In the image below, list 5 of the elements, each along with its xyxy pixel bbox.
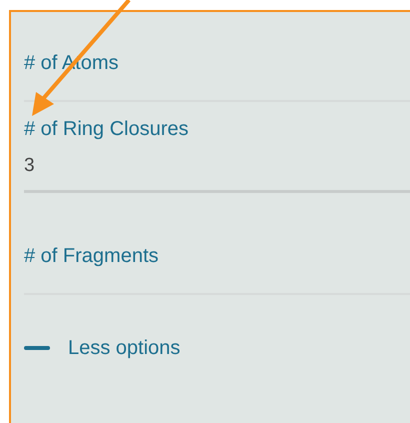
filter-label[interactable]: # of Ring Closures (24, 116, 189, 142)
less-options-button[interactable]: Less options (24, 335, 180, 361)
minus-icon (24, 346, 50, 350)
filter-value: 3 (24, 154, 36, 178)
filter-label[interactable]: # of Fragments (24, 243, 159, 269)
